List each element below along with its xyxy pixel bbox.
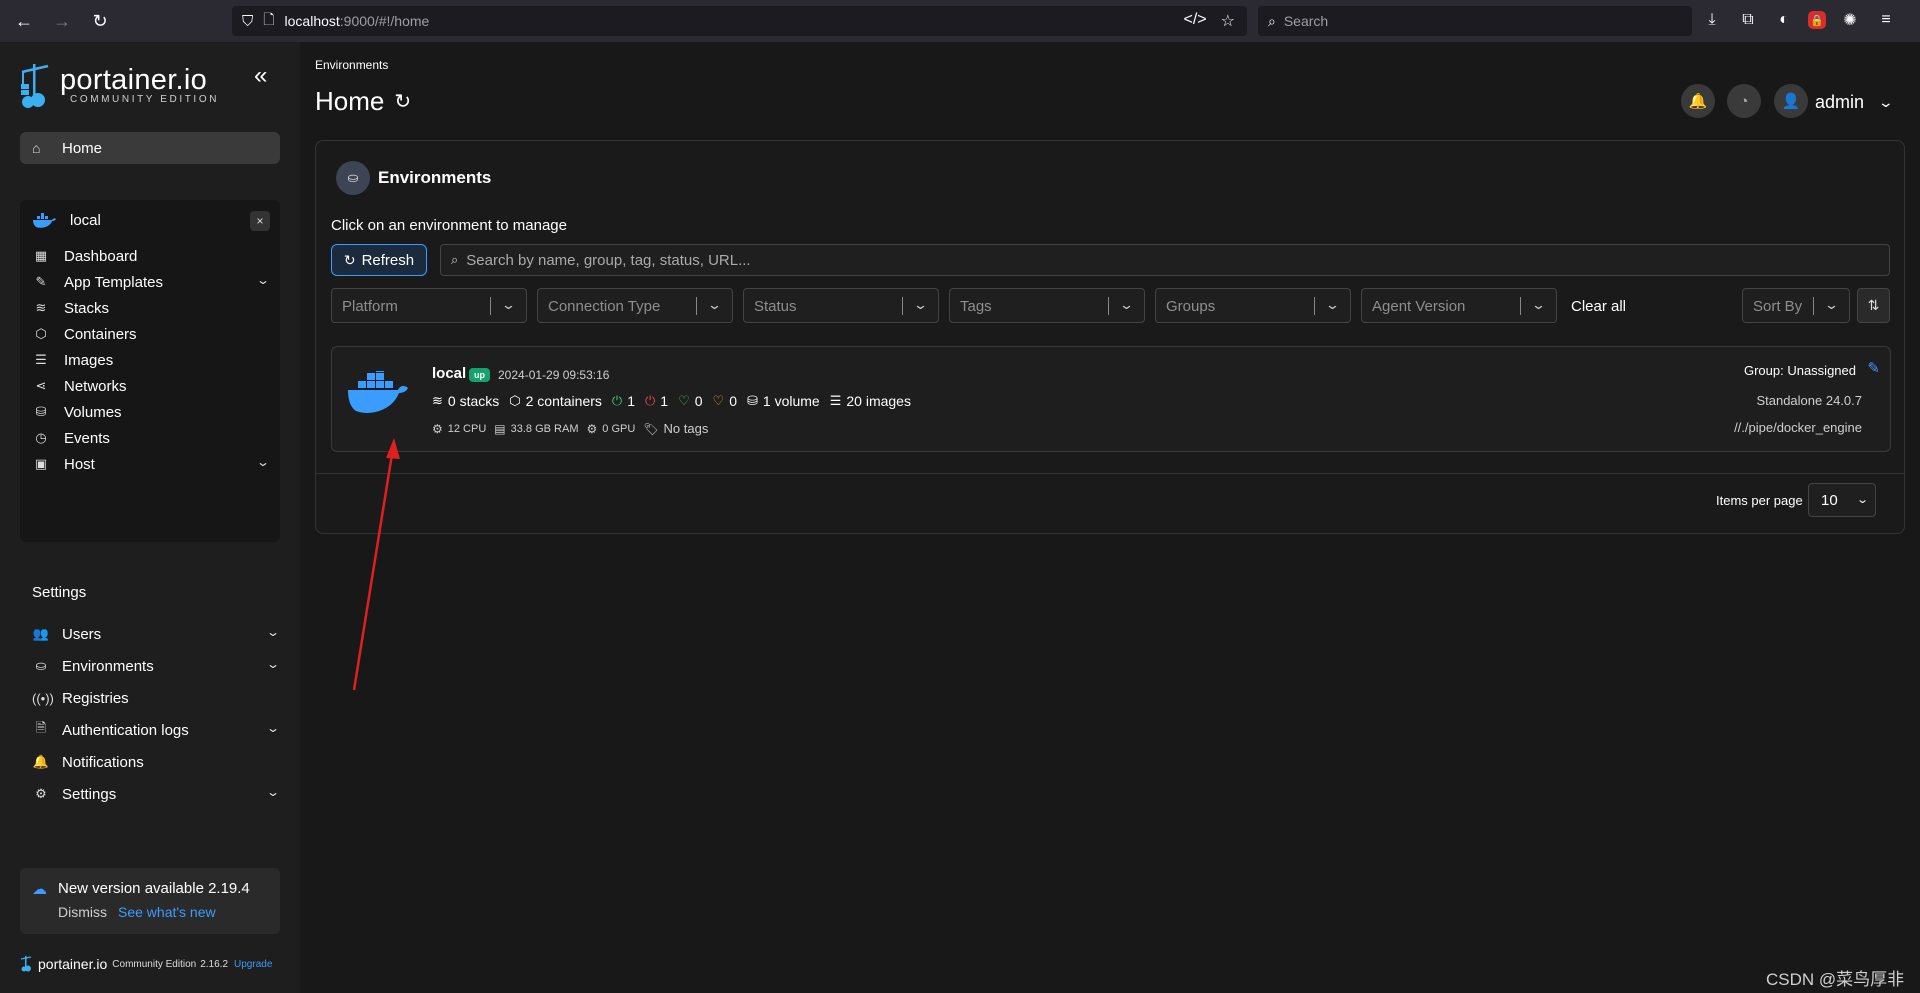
annotation-arrow xyxy=(352,438,400,691)
watermark: CSDN @菜鸟厚非 xyxy=(1766,970,1905,989)
